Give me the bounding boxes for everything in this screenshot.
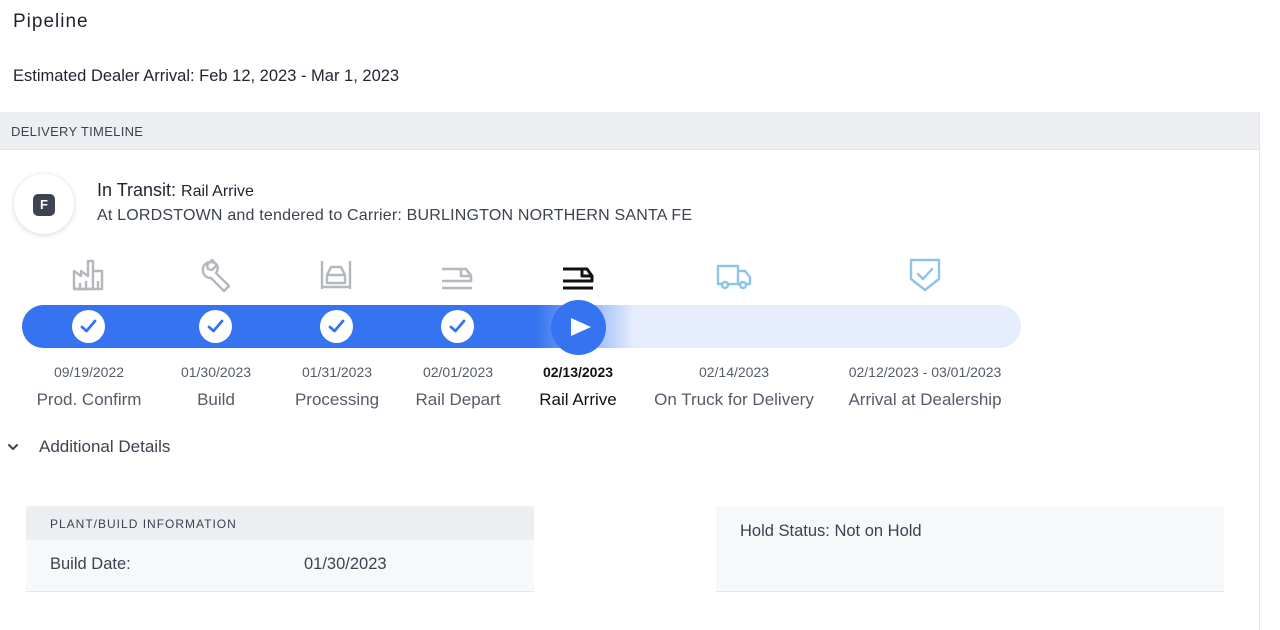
wrench-icon [197, 257, 233, 293]
stage-label: Rail Depart [415, 390, 501, 409]
check-icon [199, 310, 232, 343]
stage-date: 02/12/2023 - 03/01/2023 [848, 364, 1002, 380]
delivery-timeline-header: DELIVERY TIMELINE [0, 112, 1260, 150]
progress-track [22, 305, 1021, 348]
plant-build-header: PLANT/BUILD INFORMATION [26, 506, 534, 540]
status-value: Rail Arrive [181, 183, 254, 200]
current-stage-marker [551, 300, 606, 355]
stage-date: 01/30/2023 [180, 364, 252, 380]
stage-date-current: 02/13/2023 [542, 364, 614, 380]
stage-label: Processing [294, 390, 380, 409]
check-icon [441, 310, 474, 343]
status-detail: At LORDSTOWN and tendered to Carrier: BU… [97, 207, 693, 224]
status-line: In Transit: Rail Arrive [97, 180, 254, 201]
build-date-label: Build Date: [50, 555, 131, 573]
page-title: Pipeline [13, 11, 89, 32]
stage-date: 09/19/2022 [53, 364, 125, 380]
estimated-arrival: Estimated Dealer Arrival: Feb 12, 2023 -… [13, 67, 400, 85]
avatar: F [14, 174, 74, 234]
train-icon [560, 257, 596, 293]
plant-build-title: PLANT/BUILD INFORMATION [50, 517, 237, 531]
check-icon [320, 310, 353, 343]
status-label: In Transit: [97, 180, 177, 200]
train-icon [439, 257, 475, 293]
additional-details-label: Additional Details [39, 437, 171, 456]
check-icon [72, 310, 105, 343]
shield-check-icon [907, 257, 943, 293]
stage-date: 02/14/2023 [698, 364, 770, 380]
hold-status-card: Hold Status: Not on Hold [716, 506, 1224, 592]
play-icon [571, 318, 591, 336]
truck-icon [716, 257, 752, 293]
hold-status: Hold Status: Not on Hold [740, 522, 922, 540]
brand-badge: F [33, 194, 55, 216]
stage-label: Prod. Confirm [36, 390, 142, 409]
stage-label: Build [197, 390, 235, 409]
stage-label-current: Rail Arrive [539, 390, 617, 409]
section-title: DELIVERY TIMELINE [11, 124, 144, 139]
plant-build-card: PLANT/BUILD INFORMATION Build Date: 01/3… [26, 506, 534, 592]
stage-label: Arrival at Dealership [848, 390, 1002, 409]
factory-icon [70, 257, 106, 293]
stage-date: 02/01/2023 [422, 364, 494, 380]
chevron-down-icon [8, 444, 18, 450]
right-divider [1259, 112, 1260, 630]
car-lift-icon [318, 257, 354, 293]
build-date-value: 01/30/2023 [304, 555, 387, 573]
stage-date: 01/31/2023 [301, 364, 373, 380]
stage-label: On Truck for Delivery [654, 390, 814, 409]
additional-details-toggle[interactable]: Additional Details [6, 437, 170, 457]
